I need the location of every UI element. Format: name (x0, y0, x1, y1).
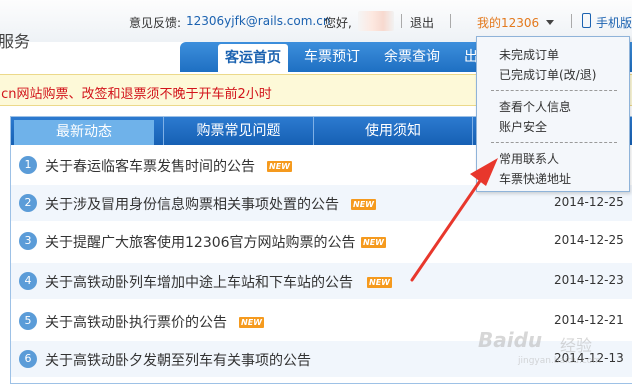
nav-item-home[interactable]: 客运首页 (218, 44, 288, 72)
logout-link[interactable]: 退出 (410, 14, 434, 31)
news-date: 2014-12-23 (554, 273, 624, 287)
watermark-brand: Baidu (478, 328, 543, 352)
news-date: 2014-12-25 (554, 233, 624, 247)
row-number: 4 (19, 272, 37, 290)
menu-item-pending-orders[interactable]: 未完成订单 (499, 46, 559, 63)
tab-ticket-faq[interactable]: 购票常见问题 (163, 117, 313, 145)
feedback-label: 意见反馈: (129, 16, 182, 30)
news-title-link[interactable]: 关于提醒广大旅客使用12306官方网站购票的公告 (45, 232, 356, 252)
news-row[interactable]: 3 关于提醒广大旅客使用12306官方网站购票的公告 NEW 2014-12-2… (11, 223, 632, 259)
notice-text: .cn网站购票、改签和退票须不晚于开车前2小时 (0, 87, 272, 102)
dropdown-caret-icon[interactable] (546, 20, 554, 25)
new-badge: NEW (361, 237, 386, 248)
tab-usage-notes[interactable]: 使用须知 (313, 117, 473, 145)
user-avatar[interactable] (358, 11, 394, 31)
row-number: 3 (19, 232, 37, 250)
menu-divider (491, 90, 617, 91)
baidu-watermark: Baidu 经验 jingyan.baidu.com (478, 326, 628, 376)
row-number: 6 (19, 350, 37, 368)
news-title-link[interactable]: 关于高铁动卧执行票价的公告 (45, 312, 227, 332)
news-date: 2014-12-25 (554, 195, 624, 209)
nav-item-booking[interactable]: 车票预订 (304, 42, 360, 72)
tab-latest-news[interactable]: 最新动态 (14, 120, 154, 145)
news-row[interactable]: 4 关于高铁动卧列车增加中途上车站和下车站的公告 NEW 2014-12-23 (11, 263, 632, 299)
menu-item-delivery-address[interactable]: 车票快递地址 (499, 170, 571, 187)
greeting-text: 您好, (324, 16, 352, 30)
menu-item-personal-info[interactable]: 查看个人信息 (499, 98, 571, 115)
menu-item-account-security[interactable]: 账户安全 (499, 118, 547, 135)
news-title-link[interactable]: 关于高铁动卧夕发朝至列车有关事项的公告 (45, 350, 311, 370)
news-title-link[interactable]: 关于高铁动卧列车增加中途上车站和下车站的公告 (45, 272, 353, 292)
news-title-link[interactable]: 关于涉及冒用身份信息购票相关事项处置的公告 (45, 194, 339, 214)
divider (401, 14, 402, 28)
menu-divider (491, 142, 617, 143)
mobile-phone-icon (582, 13, 591, 28)
row-number: 2 (19, 194, 37, 212)
new-badge: NEW (351, 199, 376, 210)
watermark-sub: 经验 (560, 336, 593, 355)
feedback-email-link[interactable]: 12306yjfk@rails.com.cn (186, 14, 330, 28)
row-number: 1 (19, 156, 37, 174)
row-number: 5 (19, 312, 37, 330)
my12306-dropdown: 未完成订单 已完成订单(改/退) 查看个人信息 账户安全 常用联系人 车票快递地… (476, 36, 630, 192)
brand-text: 服务 (0, 32, 31, 51)
new-badge: NEW (367, 277, 392, 288)
new-badge: NEW (239, 317, 264, 328)
news-date: 2014-12-21 (554, 313, 624, 327)
new-badge: NEW (267, 161, 292, 172)
nav-item-remaining-tickets[interactable]: 余票查询 (384, 42, 440, 72)
my12306-menu-button[interactable]: 我的12306 (477, 14, 539, 31)
news-title-link[interactable]: 关于春运临客车票发售时间的公告 (45, 156, 255, 176)
watermark-url: jingyan.baidu.com (518, 356, 602, 366)
mobile-version-link[interactable]: 手机版 (596, 14, 632, 31)
menu-item-completed-orders[interactable]: 已完成订单(改/退) (499, 66, 596, 83)
divider (450, 14, 451, 28)
menu-item-contacts[interactable]: 常用联系人 (499, 150, 559, 167)
divider (571, 14, 572, 28)
